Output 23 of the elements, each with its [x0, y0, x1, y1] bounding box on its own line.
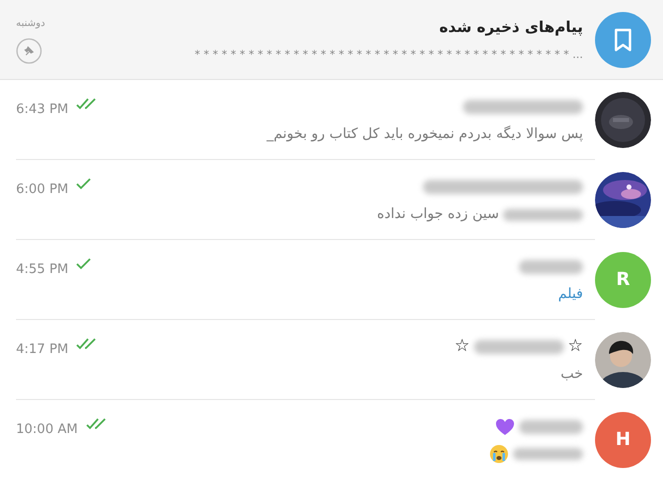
message-time: 4:55 PM: [16, 261, 68, 279]
chat-title: پیام‌های ذخیره شده: [439, 17, 583, 38]
message-time: 4:17 PM: [16, 341, 68, 359]
blurred-text: [519, 260, 583, 274]
avatar: H: [595, 412, 651, 468]
message-time: 10:00 AM: [16, 421, 78, 439]
message-time: 6:00 PM: [16, 181, 68, 199]
bookmark-icon: [613, 28, 633, 52]
star-symbol: ☆: [454, 335, 470, 358]
message-preview: خب: [560, 365, 583, 384]
message-time: 6:43 PM: [16, 101, 68, 119]
avatar: R: [595, 252, 651, 308]
blurred-text: [519, 420, 583, 434]
crying-emoji-icon: [489, 444, 509, 464]
media-label: فیلم: [558, 285, 583, 304]
message-preview: سین زده جواب نداده: [377, 205, 499, 224]
message-preview: پس سوالا دیگه بدردم نمیخوره باید کل کتاب رو بخونم_: [266, 124, 583, 144]
star-symbol: ☆: [568, 335, 583, 358]
heart-icon: [495, 418, 515, 436]
blurred-text: [513, 448, 583, 460]
date: دوشنبه: [16, 16, 46, 30]
message-preview: * * * * * * * * * * * * * * * * * * * * * * * * * * * * * * * * * * * * * * * * * * ...: [194, 46, 583, 62]
chat-row[interactable]: 10:00 AM H: [0, 400, 663, 480]
